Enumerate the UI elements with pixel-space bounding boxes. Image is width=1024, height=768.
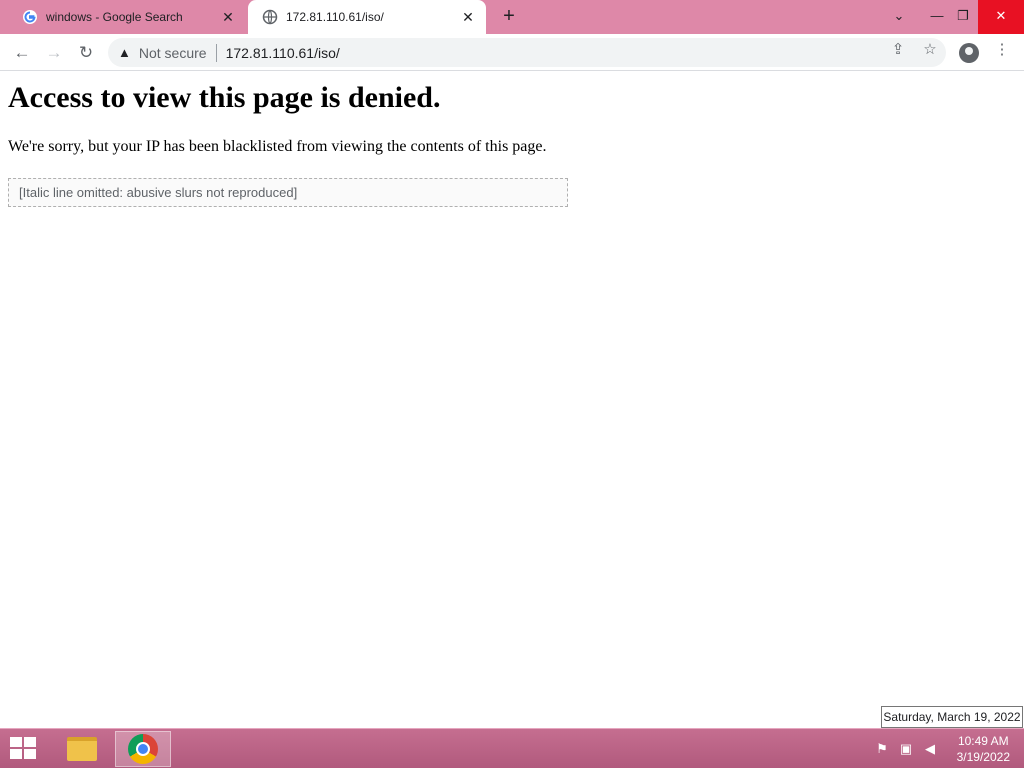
tab-title: windows - Google Search: [46, 10, 183, 24]
close-tab-icon[interactable]: ✕: [220, 9, 236, 26]
omnibox-divider: [215, 43, 217, 62]
speaker-muted-icon[interactable]: ◀: [921, 740, 939, 758]
google-icon: [23, 10, 37, 24]
date-tooltip: Saturday, March 19, 2022: [881, 706, 1023, 728]
warning-triangle-icon[interactable]: ▲: [118, 45, 131, 60]
action-center-flag-icon[interactable]: ⚑: [873, 740, 891, 758]
taskbar: ⚑ ▣ ◀ 10:49 AM 3/19/2022: [0, 728, 1024, 768]
star-bookmark-icon[interactable]: ☆: [918, 38, 942, 62]
page-heading: Access to view this page is denied.: [8, 81, 441, 114]
address-bar[interactable]: ▲ Not secure 172.81.110.61/iso/: [108, 38, 946, 67]
clock-date: 3/19/2022: [956, 750, 1010, 764]
tab-strip: windows - Google Search ✕ 172.81.110.61/…: [0, 0, 1024, 34]
reload-icon[interactable]: ↻: [73, 40, 99, 66]
network-icon[interactable]: ▣: [897, 740, 915, 758]
close-window-button[interactable]: ✕: [978, 0, 1024, 34]
file-explorer-button[interactable]: [54, 731, 110, 767]
new-tab-button[interactable]: +: [498, 5, 520, 27]
page-content: Access to view this page is denied. We'r…: [0, 71, 1024, 728]
menu-kebab-icon[interactable]: ⋮: [990, 38, 1014, 62]
chrome-icon: [128, 734, 158, 764]
tab-google-search[interactable]: windows - Google Search ✕: [8, 0, 246, 34]
tab-iso[interactable]: 172.81.110.61/iso/ ✕: [248, 0, 486, 34]
url-text[interactable]: 172.81.110.61/iso/: [226, 45, 340, 61]
browser-toolbar: ← → ↻ ▲ Not secure 172.81.110.61/iso/ ⇪ …: [0, 34, 1024, 71]
clock-time: 10:49 AM: [957, 734, 1009, 748]
omitted-content-note: [Italic line omitted: abusive slurs not …: [8, 178, 568, 207]
tab-search-chevron-icon[interactable]: ⌄: [884, 0, 914, 34]
back-arrow-icon[interactable]: ←: [9, 40, 35, 66]
tab-title: 172.81.110.61/iso/: [286, 10, 384, 24]
forward-arrow-icon[interactable]: →: [41, 40, 67, 66]
blacklist-message: We're sorry, but your IP has been blackl…: [8, 138, 547, 155]
security-label[interactable]: Not secure: [139, 45, 207, 61]
profile-avatar-icon[interactable]: [959, 43, 979, 63]
share-icon[interactable]: ⇪: [886, 38, 910, 62]
folder-icon: [67, 737, 97, 761]
windows-start-icon[interactable]: [10, 737, 38, 761]
restore-button[interactable]: ❐: [948, 0, 978, 34]
globe-icon: [262, 9, 278, 25]
taskbar-clock[interactable]: 10:49 AM 3/19/2022: [957, 733, 1010, 765]
chrome-taskbar-button[interactable]: [115, 731, 171, 767]
close-tab-icon[interactable]: ✕: [460, 9, 476, 26]
